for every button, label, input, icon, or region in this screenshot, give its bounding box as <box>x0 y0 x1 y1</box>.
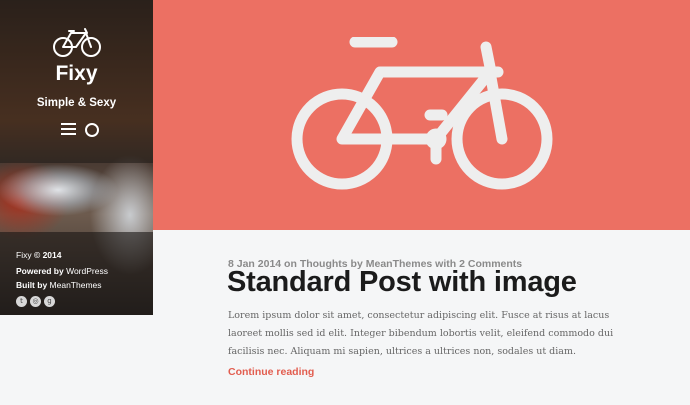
hamburger-menu-icon[interactable] <box>61 123 76 136</box>
sidebar: Fixy Simple & Sexy Fixy © 2014 Powered b… <box>0 0 153 315</box>
search-icon[interactable] <box>85 123 99 137</box>
site-tagline: Simple & Sexy <box>36 97 117 109</box>
dribbble-icon[interactable]: ◎ <box>30 296 41 307</box>
featured-image[interactable] <box>153 0 690 230</box>
wordpress-link[interactable]: WordPress <box>66 266 108 276</box>
footer-copyright: Fixy © 2014 <box>16 250 62 260</box>
footer-powered-prefix: Powered by <box>16 266 67 276</box>
footer-site-link[interactable]: Fixy <box>16 250 32 260</box>
footer-built-by: Built by MeanThemes <box>16 280 102 290</box>
bicycle-icon <box>291 37 553 190</box>
bicycle-icon[interactable] <box>52 28 102 58</box>
twitter-icon[interactable]: t <box>16 296 27 307</box>
continue-reading-link[interactable]: Continue reading <box>228 366 314 378</box>
footer-powered-by: Powered by WordPress <box>16 266 108 276</box>
meanthemes-link[interactable]: MeanThemes <box>50 280 102 290</box>
footer-copyright-year: © 2014 <box>31 250 62 260</box>
post-title[interactable]: Standard Post with image <box>227 266 577 299</box>
github-icon[interactable]: g <box>44 296 55 307</box>
site-title[interactable]: Fixy <box>0 62 153 86</box>
footer-built-prefix: Built by <box>16 280 50 290</box>
post-excerpt: Lorem ipsum dolor sit amet, consectetur … <box>228 310 614 357</box>
